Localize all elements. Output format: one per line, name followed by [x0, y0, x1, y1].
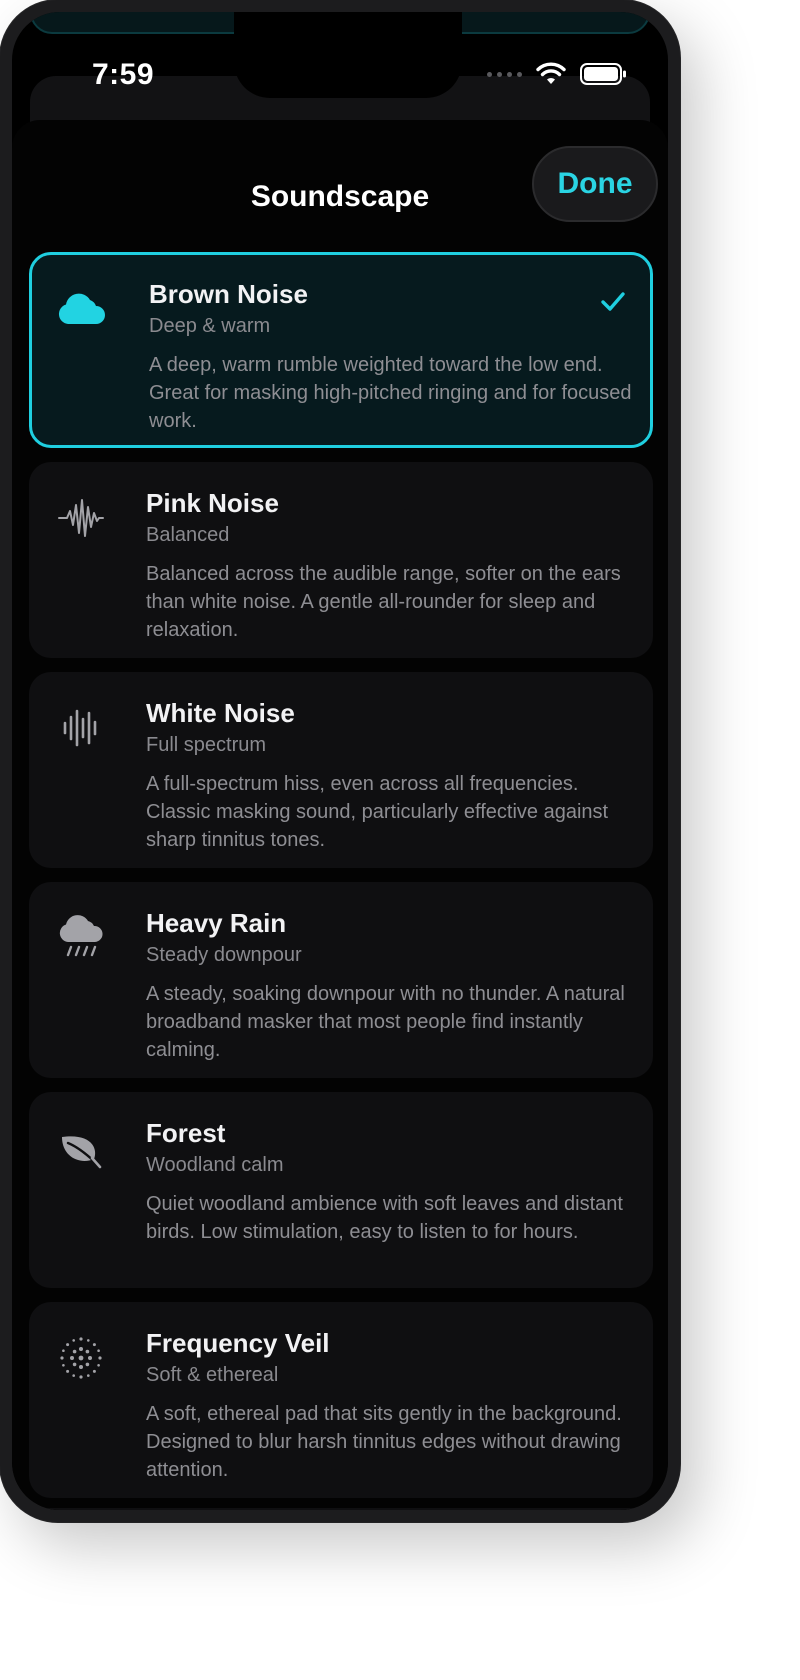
option-description: A deep, warm rumble weighted toward the …	[149, 354, 632, 432]
leaf-icon	[55, 1122, 107, 1174]
option-subtitle: Woodland calm	[146, 1154, 284, 1176]
checkmark-icon	[600, 291, 626, 318]
rain-cloud-icon	[55, 912, 107, 964]
battery-icon	[580, 63, 626, 85]
waveform-icon	[55, 492, 107, 544]
option-subtitle: Deep & warm	[149, 315, 271, 337]
phone-frame: 7:59 Soundscape Done Brown Noise Deep & …	[0, 0, 680, 1522]
option-description: Quiet woodland ambience with soft leaves…	[146, 1193, 623, 1243]
cloud-icon	[55, 283, 107, 335]
status-icons	[487, 62, 628, 86]
next-option-peek	[29, 1508, 653, 1510]
soundscape-option-forest[interactable]: Forest Woodland calm Quiet woodland ambi…	[29, 1092, 653, 1288]
option-subtitle: Steady downpour	[146, 944, 302, 966]
option-description: A steady, soaking downpour with no thund…	[146, 983, 625, 1061]
option-description: Balanced across the audible range, softe…	[146, 563, 621, 641]
option-title: Heavy Rain	[146, 908, 287, 938]
cellular-signal-icon	[487, 71, 522, 77]
soundscape-list: Brown Noise Deep & warm A deep, warm rum…	[29, 252, 653, 1510]
dynamic-island	[234, 12, 462, 98]
audio-bars-icon	[55, 702, 107, 754]
soundscape-option-white-noise[interactable]: White Noise Full spectrum A full-spectru…	[29, 672, 653, 868]
option-subtitle: Full spectrum	[146, 734, 267, 756]
soundscape-option-frequency-veil[interactable]: Frequency Veil Soft & ethereal A soft, e…	[29, 1302, 653, 1498]
wifi-icon	[536, 62, 566, 84]
option-title: White Noise	[146, 698, 295, 728]
soundscape-option-pink-noise[interactable]: Pink Noise Balanced Balanced across the …	[29, 462, 653, 658]
option-description: A soft, ethereal pad that sits gently in…	[146, 1403, 622, 1481]
option-title: Brown Noise	[149, 279, 308, 309]
option-subtitle: Soft & ethereal	[146, 1364, 279, 1386]
option-title: Forest	[146, 1118, 226, 1148]
option-title: Pink Noise	[146, 488, 279, 518]
phone-screen: 7:59 Soundscape Done Brown Noise Deep & …	[12, 12, 668, 1510]
done-button[interactable]: Done	[532, 146, 658, 222]
option-subtitle: Balanced	[146, 524, 230, 546]
dotted-circle-icon	[55, 1332, 107, 1384]
soundscape-option-heavy-rain[interactable]: Heavy Rain Steady downpour A steady, soa…	[29, 882, 653, 1078]
option-title: Frequency Veil	[146, 1328, 330, 1358]
status-time: 7:59	[92, 58, 155, 91]
option-description: A full-spectrum hiss, even across all fr…	[146, 773, 609, 851]
soundscape-option-brown-noise[interactable]: Brown Noise Deep & warm A deep, warm rum…	[29, 252, 653, 448]
